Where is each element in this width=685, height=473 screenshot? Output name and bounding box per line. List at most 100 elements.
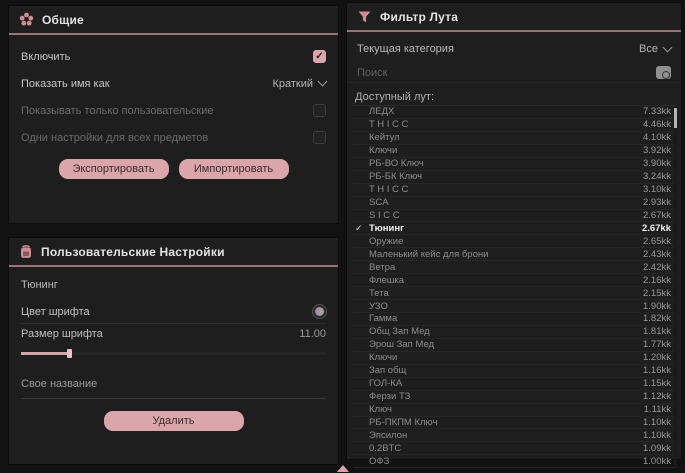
loot-item-row[interactable]: T H I C C4.46kk bbox=[353, 119, 677, 132]
loot-item-row[interactable]: Ключи1.20kk bbox=[353, 352, 677, 365]
loot-item-row[interactable]: S I C C2.67kk bbox=[353, 210, 677, 223]
loot-item-row[interactable]: Общ Зап Мед1.81kk bbox=[353, 326, 677, 339]
loot-item-value: 3.24kk bbox=[643, 171, 671, 182]
loot-item-row[interactable]: Флешка2.16kk bbox=[353, 274, 677, 287]
loot-list: ЛЕДХ7.33kkT H I C C4.46kkКейтул4.10kkКлю… bbox=[353, 105, 677, 468]
loot-item-row[interactable]: Эрош Зап Мед1.77kk bbox=[353, 339, 677, 352]
loot-item-row[interactable]: ✓Тюнинг2.67kk bbox=[353, 222, 677, 235]
font-size-label: Размер шрифта bbox=[21, 328, 103, 340]
loot-item-row[interactable]: Ключи3.92kk bbox=[353, 145, 677, 158]
color-wheel-icon[interactable] bbox=[313, 305, 326, 318]
loot-item-value: 1.12kk bbox=[643, 391, 671, 402]
loot-item-row[interactable]: Зап общ1.16kk bbox=[353, 365, 677, 378]
loot-item-name: Гамма bbox=[369, 313, 643, 324]
loot-item-row[interactable]: РБ-БК Ключ3.24kk bbox=[353, 171, 677, 184]
loot-item-row[interactable]: Ветра2.42kk bbox=[353, 261, 677, 274]
loot-item-value: 2.65kk bbox=[643, 236, 671, 247]
loot-item-name: Ключи bbox=[369, 352, 643, 363]
loot-item-name: Ключ bbox=[369, 404, 644, 415]
loot-item-name: Ферзи ТЗ bbox=[369, 391, 643, 402]
loot-item-row[interactable]: Тета2.15kk bbox=[353, 287, 677, 300]
loot-item-row[interactable]: Оружие2.65kk bbox=[353, 235, 677, 248]
loot-item-value: 3.10kk bbox=[643, 184, 671, 195]
enable-row: Включить ✓ bbox=[9, 47, 338, 66]
gear-flower-icon bbox=[19, 12, 34, 27]
enable-checkbox[interactable]: ✓ bbox=[313, 50, 326, 63]
loot-item-row[interactable]: ЛЕДХ7.33kk bbox=[353, 106, 677, 119]
loot-item-row[interactable]: ГОЛ-КА1.15kk bbox=[353, 378, 677, 391]
font-color-row: Цвет шрифта bbox=[21, 301, 326, 324]
same-settings-row: Одни настройки для всех предметов bbox=[9, 128, 338, 147]
loot-item-name: Эрош Зап Мед bbox=[369, 339, 643, 350]
scrollbar-handle[interactable] bbox=[674, 108, 677, 128]
search-image-icon[interactable] bbox=[656, 66, 671, 79]
loot-item-value: 1.82kk bbox=[643, 313, 671, 324]
divider bbox=[347, 30, 681, 32]
loot-item-value: 3.90kk bbox=[643, 158, 671, 169]
loot-item-value: 1.81kk bbox=[643, 326, 671, 337]
loot-item-row[interactable]: T H I C C3.10kk bbox=[353, 184, 677, 197]
loot-item-row[interactable]: ОФЗ1.00kk bbox=[353, 455, 677, 468]
loot-item-value: 2.67kk bbox=[643, 210, 671, 221]
loot-item-value: 2.93kk bbox=[643, 197, 671, 208]
loot-item-value: 2.16kk bbox=[643, 275, 671, 286]
loot-item-name: Тюнинг bbox=[369, 223, 642, 234]
only-custom-checkbox[interactable] bbox=[313, 104, 326, 117]
available-loot-label: Доступный лут: bbox=[355, 91, 681, 103]
custom-name-input[interactable]: Свое название bbox=[21, 372, 326, 399]
loot-item-value: 1.09kk bbox=[643, 443, 671, 454]
loot-filter-panel: Фильтр Лута Текущая категория Все Поиск … bbox=[346, 2, 682, 460]
loot-item-row[interactable]: Ферзи ТЗ1.12kk bbox=[353, 391, 677, 404]
category-dropdown[interactable]: Все bbox=[639, 43, 671, 55]
loot-item-name: РБ-БК Ключ bbox=[369, 171, 643, 182]
loot-item-value: 7.33kk bbox=[643, 106, 671, 117]
loot-item-row[interactable]: УЗО1.90kk bbox=[353, 300, 677, 313]
custom-settings-panel: Пользовательские Настройки Тюнинг Цвет ш… bbox=[8, 237, 339, 465]
loot-item-name: T H I C C bbox=[369, 119, 643, 130]
loot-item-row[interactable]: РБ-ВО Ключ3.90kk bbox=[353, 158, 677, 171]
slider-handle[interactable] bbox=[67, 349, 72, 358]
font-size-slider[interactable] bbox=[21, 348, 326, 358]
loot-item-row[interactable]: 0.2BTC1.09kk bbox=[353, 442, 677, 455]
loot-item-name: Ключи bbox=[369, 145, 643, 156]
loot-item-value: 1.20kk bbox=[643, 352, 671, 363]
loot-item-value: 1.10kk bbox=[643, 417, 671, 428]
loot-item-name: Эпсилон bbox=[369, 430, 643, 441]
loot-item-value: 2.15kk bbox=[643, 288, 671, 299]
divider bbox=[9, 33, 338, 35]
loot-item-value: 1.77kk bbox=[643, 339, 671, 350]
loot-item-value: 4.46kk bbox=[643, 119, 671, 130]
category-value: Все bbox=[639, 43, 658, 55]
collapse-arrow-icon[interactable] bbox=[337, 465, 349, 472]
loot-item-row[interactable]: РБ-ПКПМ Ключ1.10kk bbox=[353, 417, 677, 430]
export-import-row: Экспортировать Импортировать bbox=[9, 159, 338, 179]
loot-item-name: Общ Зап Мед bbox=[369, 326, 643, 337]
search-input[interactable]: Поиск bbox=[357, 67, 387, 79]
loot-item-name: РБ-ВО Ключ bbox=[369, 158, 643, 169]
show-name-row: Показать имя как Краткий bbox=[9, 74, 338, 93]
loot-item-name: Кейтул bbox=[369, 132, 643, 143]
show-name-label: Показать имя как bbox=[21, 78, 110, 90]
loot-item-row[interactable]: Кейтул4.10kk bbox=[353, 132, 677, 145]
loot-item-row[interactable]: Маленький кейс для брони2.43kk bbox=[353, 248, 677, 261]
loot-item-row[interactable]: Ключ1.11kk bbox=[353, 404, 677, 417]
loot-item-name: Зап общ bbox=[369, 365, 643, 376]
import-button[interactable]: Импортировать bbox=[179, 159, 289, 179]
loot-item-name: SCA bbox=[369, 197, 643, 208]
same-settings-checkbox[interactable] bbox=[313, 131, 326, 144]
loot-item-row[interactable]: Гамма1.82kk bbox=[353, 313, 677, 326]
loot-list-scrollbar[interactable] bbox=[674, 106, 677, 468]
loot-panel-title: Фильтр Лута bbox=[380, 10, 458, 24]
loot-item-name: Ветра bbox=[369, 262, 643, 273]
backpack-icon bbox=[19, 244, 33, 259]
show-name-dropdown[interactable]: Краткий bbox=[272, 78, 326, 90]
loot-item-row[interactable]: SCA2.93kk bbox=[353, 197, 677, 210]
loot-item-row[interactable]: Эпсилон1.10kk bbox=[353, 429, 677, 442]
loot-item-name: ГОЛ-КА bbox=[369, 378, 643, 389]
loot-item-value: 1.11kk bbox=[644, 404, 671, 415]
delete-button[interactable]: Удалить bbox=[104, 411, 244, 431]
loot-item-name: Оружие bbox=[369, 236, 643, 247]
export-button[interactable]: Экспортировать bbox=[59, 159, 169, 179]
loot-item-value: 1.10kk bbox=[643, 430, 671, 441]
show-name-value: Краткий bbox=[272, 78, 313, 90]
